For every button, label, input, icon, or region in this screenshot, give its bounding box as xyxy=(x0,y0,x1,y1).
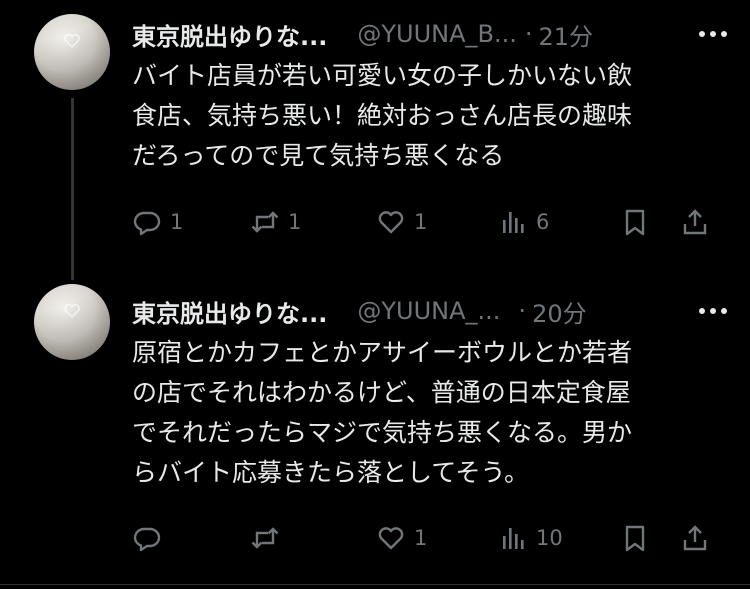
post-time[interactable]: 21分 xyxy=(539,17,594,52)
action-bar: 1 1 1 6 xyxy=(132,202,722,242)
reply-icon xyxy=(133,211,161,236)
post-time[interactable]: 20分 xyxy=(532,294,587,329)
user-handle[interactable]: @YUUNA_B... xyxy=(357,20,517,48)
post-text-line: でそれだったらマジで気持ち悪くなる。男か xyxy=(132,418,633,447)
bookmark-button[interactable] xyxy=(620,202,650,242)
post-text-line: バイト店員が若い可愛い女の子しかいない飲 xyxy=(132,61,633,90)
user-handle[interactable]: @YUUNA_... xyxy=(357,297,500,325)
avatar[interactable] xyxy=(34,284,110,360)
post-divider xyxy=(0,584,750,585)
separator-dot: · xyxy=(518,297,527,325)
view-count: 6 xyxy=(536,210,550,234)
repost-icon xyxy=(251,527,279,549)
post-text: 原宿とかカフェとかアサイーボウルとか若者 の店でそれはわかるけど、普通の日本定食… xyxy=(132,333,722,493)
bookmark-icon xyxy=(625,525,645,552)
like-count: 1 xyxy=(414,210,428,234)
reply-button[interactable]: 1 xyxy=(132,202,183,242)
like-button[interactable]: 1 xyxy=(376,518,427,558)
views-button[interactable]: 10 xyxy=(498,518,563,558)
views-icon xyxy=(503,212,524,233)
views-button[interactable]: 6 xyxy=(498,202,549,242)
like-icon xyxy=(378,527,404,550)
post-header: 東京脱出ゆりな... @YUUNA_B... · 21分 xyxy=(132,14,730,54)
thread-line xyxy=(71,98,74,280)
more-icon[interactable] xyxy=(696,22,730,46)
avatar[interactable] xyxy=(34,14,110,90)
like-count: 1 xyxy=(414,526,428,550)
post-text-line: だろってので見て気持ち悪くなる xyxy=(132,141,505,170)
share-icon xyxy=(683,209,707,235)
reply-count: 1 xyxy=(170,210,184,234)
display-name[interactable]: 東京脱出ゆりな... xyxy=(132,294,327,329)
post-text-line: 原宿とかカフェとかアサイーボウルとか若者 xyxy=(132,338,633,367)
share-button[interactable] xyxy=(680,518,710,558)
like-button[interactable]: 1 xyxy=(376,202,427,242)
repost-button[interactable] xyxy=(250,518,288,558)
bookmark-button[interactable] xyxy=(620,518,650,558)
reply-button[interactable] xyxy=(132,518,170,558)
repost-icon xyxy=(251,211,279,233)
more-icon[interactable] xyxy=(696,299,730,323)
display-name[interactable]: 東京脱出ゆりな... xyxy=(132,17,327,52)
share-icon xyxy=(683,525,707,551)
post-text: バイト店員が若い可愛い女の子しかいない飲 食店、気持ち悪い！絶対おっさん店長の趣… xyxy=(132,56,722,176)
reply-icon xyxy=(133,527,161,552)
separator-dot: · xyxy=(524,20,533,48)
share-button[interactable] xyxy=(680,202,710,242)
post-header: 東京脱出ゆりな... @YUUNA_... · 20分 xyxy=(132,291,730,331)
post-text-line: 食店、気持ち悪い！絶対おっさん店長の趣味 xyxy=(132,101,633,130)
post-text-line: の店でそれはわかるけど、普通の日本定食屋 xyxy=(132,378,631,407)
action-bar: 1 10 xyxy=(132,518,722,558)
post-text-line: らバイト応募きたら落としてそう。 xyxy=(132,458,530,487)
repost-count: 1 xyxy=(288,210,302,234)
post[interactable]: 東京脱出ゆりな... @YUUNA_B... · 21分 バイト店員が若い可愛い… xyxy=(0,0,750,280)
repost-button[interactable]: 1 xyxy=(250,202,301,242)
heart-icon xyxy=(64,34,80,48)
like-icon xyxy=(378,211,404,234)
bookmark-icon xyxy=(625,209,645,236)
heart-icon xyxy=(64,304,80,318)
view-count: 10 xyxy=(536,526,563,550)
views-icon xyxy=(503,528,524,549)
